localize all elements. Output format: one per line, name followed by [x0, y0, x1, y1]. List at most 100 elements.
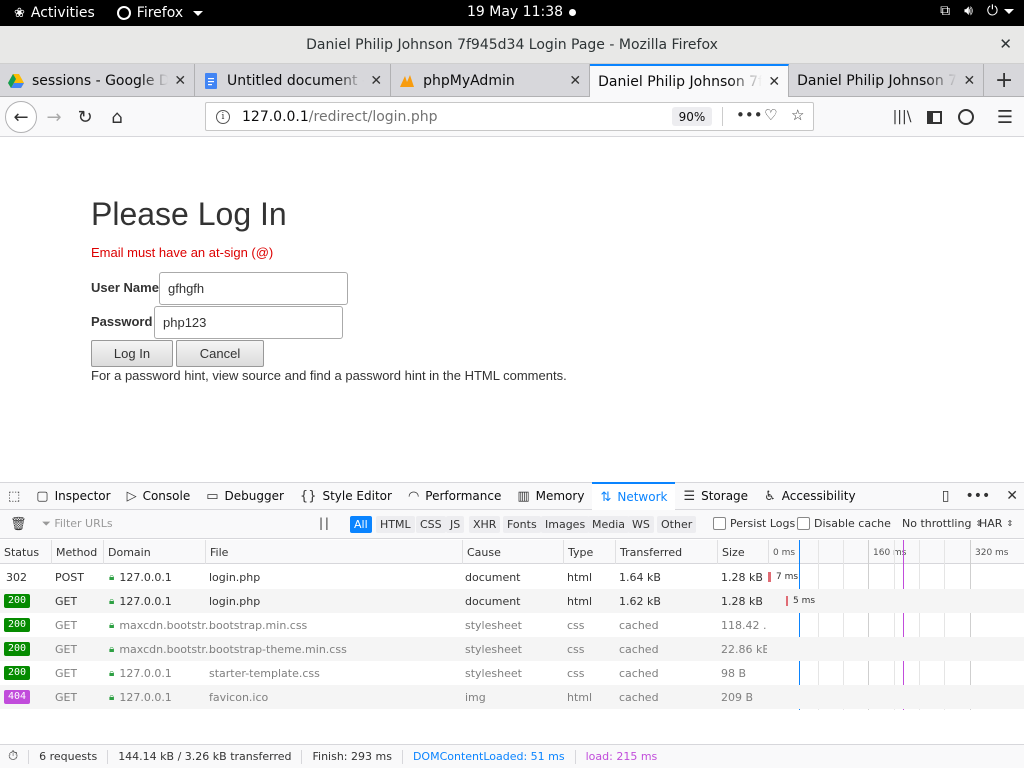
- type: css: [567, 618, 585, 632]
- tab-label: Style Editor: [322, 489, 392, 503]
- pocket-icon[interactable]: ♡: [764, 106, 777, 124]
- persist-logs-checkbox[interactable]: Persist Logs: [713, 517, 795, 530]
- tab-label: Memory: [535, 489, 585, 503]
- password-hint-text: For a password hint, view source and fin…: [91, 368, 567, 383]
- close-tab-icon[interactable]: ✕: [768, 74, 780, 90]
- system-tray[interactable]: ⧉ 🔊︎ ⏻: [940, 3, 1014, 19]
- hamburger-menu-button[interactable]: ☰: [992, 104, 1018, 130]
- table-row[interactable]: 302 POST 🔒︎ 127.0.0.1 login.php document …: [0, 565, 1024, 589]
- tab-performance[interactable]: ◠ Performance: [400, 482, 509, 510]
- more-options-icon[interactable]: •••: [965, 488, 990, 504]
- account-button[interactable]: [953, 104, 979, 130]
- element-picker-icon: ⬚: [8, 488, 21, 504]
- pause-icon[interactable]: | |: [319, 516, 329, 530]
- filter-js[interactable]: JS: [446, 516, 465, 533]
- table-row[interactable]: 200 GET 🔒︎ 127.0.0.1 starter-template.css…: [0, 661, 1024, 685]
- throttling-select[interactable]: No throttling ⇕: [902, 517, 982, 530]
- close-tab-icon[interactable]: ✕: [174, 73, 186, 89]
- window-close-icon[interactable]: ✕: [999, 35, 1012, 53]
- col-size[interactable]: Size: [717, 540, 768, 564]
- filter-html[interactable]: HTML: [376, 516, 415, 533]
- home-button[interactable]: ⌂: [104, 104, 130, 130]
- inspector-icon: ▢: [36, 488, 49, 504]
- tab-style-editor[interactable]: {} Style Editor: [292, 482, 400, 510]
- url-bar[interactable]: i 127.0.0.1/redirect/login.php 90% ••• ♡…: [205, 102, 814, 131]
- site-info-icon[interactable]: i: [216, 109, 230, 124]
- responsive-design-icon[interactable]: ▯: [942, 488, 950, 504]
- new-tab-button[interactable]: +: [984, 64, 1024, 96]
- tab-phpmyadmin[interactable]: phpMyAdmin ✕: [391, 64, 591, 97]
- activities-button[interactable]: ❀ Activities: [14, 5, 95, 21]
- devtools-toolbar: ⬚ ▢ Inspector ▷ Console ▭ Debugger {} Style …: [0, 482, 1024, 510]
- har-menu[interactable]: HAR ⇕: [979, 517, 1013, 530]
- col-method[interactable]: Method: [51, 540, 104, 564]
- cancel-button[interactable]: Cancel: [176, 340, 264, 367]
- filter-xhr[interactable]: XHR: [469, 516, 501, 533]
- login-button[interactable]: Log In: [91, 340, 173, 367]
- tab-accessibility[interactable]: ♿︎ Accessibility: [756, 482, 864, 510]
- table-row[interactable]: 404 GET 🔒︎ 127.0.0.1 favicon.ico img html…: [0, 685, 1024, 709]
- col-file[interactable]: File: [205, 540, 463, 564]
- col-type[interactable]: Type: [563, 540, 615, 564]
- cause: img: [465, 690, 486, 704]
- tab-memory[interactable]: ▥ Memory: [509, 482, 592, 510]
- stopwatch-icon[interactable]: ⏱: [8, 749, 18, 764]
- filter-urls-input[interactable]: ⏷ Filter URLs: [42, 517, 113, 531]
- tab-sessions[interactable]: sessions - Google Drive ✕: [0, 64, 196, 97]
- url-text[interactable]: 127.0.0.1/redirect/login.php: [242, 109, 438, 125]
- sidebar-button[interactable]: [921, 104, 947, 130]
- close-tab-icon[interactable]: ✕: [963, 73, 975, 89]
- size: 1.28 kB: [721, 594, 763, 608]
- lock-icon: 🔒︎: [109, 643, 115, 655]
- table-row[interactable]: 200 GET 🔒︎ 127.0.0.1 login.php document h…: [0, 589, 1024, 613]
- filter-all[interactable]: All: [350, 516, 372, 533]
- filter-media[interactable]: Media: [588, 516, 630, 533]
- filter-css[interactable]: CSS: [416, 516, 446, 533]
- zoom-indicator[interactable]: 90%: [672, 107, 712, 126]
- accessibility-icon: ♿︎: [764, 488, 776, 504]
- tab-login-page[interactable]: Daniel Philip Johnson 7f945d34 ✕: [789, 64, 985, 97]
- table-row[interactable]: 200 GET 🔒︎ maxcdn.bootstr... bootstrap-th…: [0, 637, 1024, 661]
- element-picker-button[interactable]: ⬚: [0, 482, 28, 510]
- page-actions-icon[interactable]: •••: [736, 106, 763, 124]
- filter-fonts[interactable]: Fonts: [503, 516, 541, 533]
- tab-inspector[interactable]: ▢ Inspector: [28, 482, 118, 510]
- tab-untitled-document[interactable]: Untitled document - Google Docs ✕: [195, 64, 392, 97]
- bookmark-star-icon[interactable]: ☆: [791, 106, 804, 124]
- volume-icon: 🔊︎: [964, 3, 973, 19]
- close-devtools-icon[interactable]: ✕: [1006, 488, 1018, 504]
- username-input[interactable]: gfhgfh: [159, 272, 348, 305]
- trash-icon[interactable]: 🗑︎: [10, 517, 27, 532]
- back-button[interactable]: ←: [5, 101, 37, 133]
- reload-button[interactable]: ↻: [72, 104, 98, 130]
- tab-storage[interactable]: ☰ Storage: [675, 482, 756, 510]
- password-input[interactable]: php123: [154, 306, 343, 339]
- tab-network[interactable]: ⇅ Network: [592, 482, 676, 510]
- request-count: 6 requests: [39, 750, 98, 763]
- reload-icon: ↻: [77, 106, 93, 128]
- cause: stylesheet: [465, 618, 522, 632]
- type: html: [567, 690, 593, 704]
- table-row[interactable]: 200 GET 🔒︎ maxcdn.bootstr... bootstrap.mi…: [0, 613, 1024, 637]
- col-cause[interactable]: Cause: [462, 540, 564, 564]
- type: html: [567, 594, 593, 608]
- type: css: [567, 666, 585, 680]
- close-tab-icon[interactable]: ✕: [370, 73, 382, 89]
- tab-login-page-active[interactable]: Daniel Philip Johnson 7f945d34 ✕: [590, 64, 790, 97]
- disable-cache-checkbox[interactable]: Disable cache: [797, 517, 891, 530]
- col-status[interactable]: Status: [0, 540, 50, 564]
- col-transferred[interactable]: Transferred: [615, 540, 718, 564]
- tab-debugger[interactable]: ▭ Debugger: [198, 482, 292, 510]
- filter-images[interactable]: Images: [541, 516, 590, 533]
- url-path: /redirect/login.php: [308, 108, 438, 125]
- close-tab-icon[interactable]: ✕: [569, 73, 581, 89]
- tab-console[interactable]: ▷ Console: [119, 482, 199, 510]
- app-menu-button[interactable]: Firefox: [116, 5, 204, 21]
- library-button[interactable]: |||\: [889, 104, 915, 130]
- clock[interactable]: 19 May 11:38: [467, 4, 577, 20]
- method: GET: [55, 690, 78, 704]
- forward-button[interactable]: →: [41, 104, 67, 130]
- col-domain[interactable]: Domain: [103, 540, 206, 564]
- filter-other[interactable]: Other: [657, 516, 697, 533]
- filter-ws[interactable]: WS: [628, 516, 654, 533]
